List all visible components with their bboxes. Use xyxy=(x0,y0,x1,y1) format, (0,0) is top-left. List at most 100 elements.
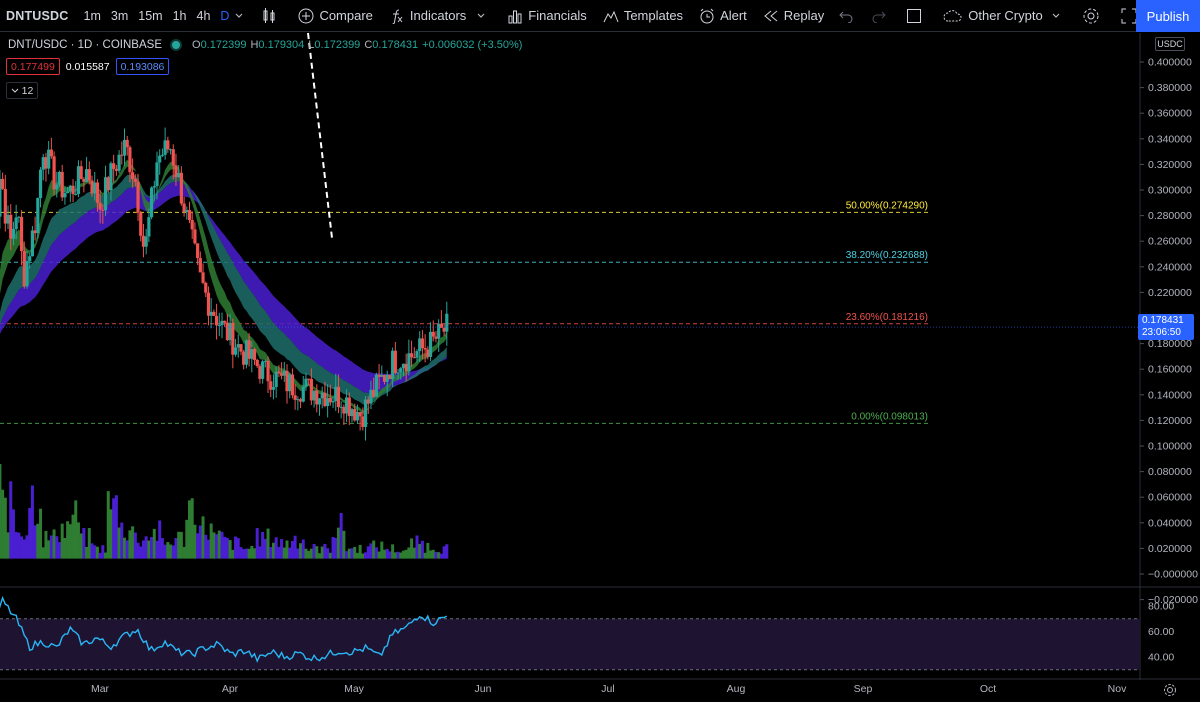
volume-bar xyxy=(139,546,143,559)
volume-bar xyxy=(131,526,135,559)
price-tick-label: 0.100000 xyxy=(1148,441,1192,453)
fib-label: 23.60%(0.181216) xyxy=(846,312,928,323)
price-tick-label: 0.320000 xyxy=(1148,159,1192,171)
volume-bar xyxy=(122,537,126,559)
price-tick-label: 0.020000 xyxy=(1148,543,1192,555)
candle-body xyxy=(445,313,449,332)
volume-bar xyxy=(68,524,72,559)
time-axis-label: Nov xyxy=(1108,683,1127,695)
high-label: H xyxy=(250,39,259,51)
last-price: 0.178431 xyxy=(1142,315,1184,326)
candle-body xyxy=(52,156,56,190)
volume-bar xyxy=(36,523,40,559)
currency-label[interactable]: USDC xyxy=(1155,37,1185,51)
candle-body xyxy=(131,172,135,180)
trading-chart-app: DNTUSDC 1m 3m 15m 1h 4h D Compare Indica… xyxy=(0,0,1200,702)
volume-bar xyxy=(307,550,311,559)
candle-body xyxy=(166,140,170,150)
price-tick-label: 0.080000 xyxy=(1148,466,1192,478)
candle-body xyxy=(117,154,121,171)
volume-bar xyxy=(401,550,405,559)
volume-bar xyxy=(271,542,275,559)
candle-body xyxy=(87,169,91,181)
volume-bar xyxy=(318,553,322,559)
price-tick-label: 0.140000 xyxy=(1148,389,1192,401)
candle-body xyxy=(399,368,403,373)
volume-bar xyxy=(133,532,137,559)
volume-bar xyxy=(144,536,148,559)
change-value: +0.006032 (+3.50%) xyxy=(422,39,523,51)
volume-bar xyxy=(288,547,292,559)
candle-body xyxy=(374,374,378,397)
volume-bar xyxy=(187,500,191,559)
candle-body xyxy=(136,181,140,213)
volume-bar xyxy=(434,551,438,559)
volume-bar xyxy=(442,546,446,559)
volume-bar xyxy=(282,547,286,559)
volume-bar xyxy=(193,524,197,559)
volume-bar xyxy=(263,538,267,559)
volume-bar xyxy=(85,546,89,559)
candle-body xyxy=(317,398,322,405)
candle-body xyxy=(66,191,70,194)
volume-bar xyxy=(98,552,102,559)
time-axis-label: Jun xyxy=(475,683,492,695)
indicators-collapse-button[interactable]: 12 xyxy=(6,82,38,99)
price-tick-label: 0.340000 xyxy=(1148,133,1192,145)
volume-bar xyxy=(155,540,159,559)
volume-bar xyxy=(301,539,305,559)
volume-bar xyxy=(239,547,243,559)
symbol-title: DNT/USDC · 1D · COINBASE xyxy=(8,39,162,51)
indicator-value-white: 0.015587 xyxy=(65,60,110,73)
volume-bar xyxy=(380,541,384,559)
volume-bar xyxy=(166,542,170,559)
volume-bar xyxy=(285,540,289,559)
gear-icon[interactable] xyxy=(1163,683,1177,697)
candle-body xyxy=(147,217,151,237)
candle-body xyxy=(277,371,281,374)
candle-body xyxy=(358,411,362,417)
candle-body xyxy=(112,163,116,169)
last-price-tag: 0.178431 23:06:50 xyxy=(1138,314,1194,340)
price-chart[interactable]: 50.00%(0.274290) 38.20%(0.232688) 23.60%(0… xyxy=(0,0,1200,702)
volume-bar xyxy=(350,548,354,559)
close-label: C xyxy=(364,39,373,51)
volume-bar xyxy=(277,546,281,559)
volume-bar xyxy=(33,525,37,559)
candle-body xyxy=(128,147,132,173)
volume-bar xyxy=(383,549,387,559)
candle-body xyxy=(423,348,427,350)
volume-bar xyxy=(412,547,416,559)
fib-label: 38.20%(0.232688) xyxy=(846,250,928,261)
volume-bar xyxy=(125,540,129,559)
candle-body xyxy=(396,372,400,374)
volume-bar xyxy=(93,545,97,559)
price-tick-label: 0.060000 xyxy=(1148,492,1192,504)
market-status-icon xyxy=(172,41,180,49)
volume-bar xyxy=(114,495,118,559)
volume-bar xyxy=(209,523,213,559)
volume-bar xyxy=(117,527,121,559)
fib-label: 50.00%(0.274290) xyxy=(846,200,928,211)
volume-bar xyxy=(66,521,70,559)
volume-bar xyxy=(439,553,443,559)
volume-bar xyxy=(296,548,300,559)
candle-body xyxy=(95,182,100,203)
candle-body xyxy=(63,193,67,198)
price-tick-label: 0.220000 xyxy=(1148,287,1192,299)
indicator-value-blue: 0.193086 xyxy=(115,58,170,75)
volume-bar xyxy=(25,535,29,559)
volume-bar xyxy=(44,530,48,559)
price-tick-label: 0.040000 xyxy=(1148,517,1192,529)
volume-bar xyxy=(345,551,349,559)
rsi-tick-label: 40.00 xyxy=(1148,652,1174,664)
volume-bar xyxy=(396,551,400,559)
volume-bar xyxy=(11,509,15,559)
volume-bar xyxy=(247,548,251,559)
volume-bar xyxy=(334,537,338,559)
chevron-down-icon xyxy=(11,88,19,93)
volume-bar xyxy=(385,548,389,559)
candle-body xyxy=(409,353,414,358)
candle-body xyxy=(152,186,156,188)
candle-body xyxy=(301,386,305,402)
